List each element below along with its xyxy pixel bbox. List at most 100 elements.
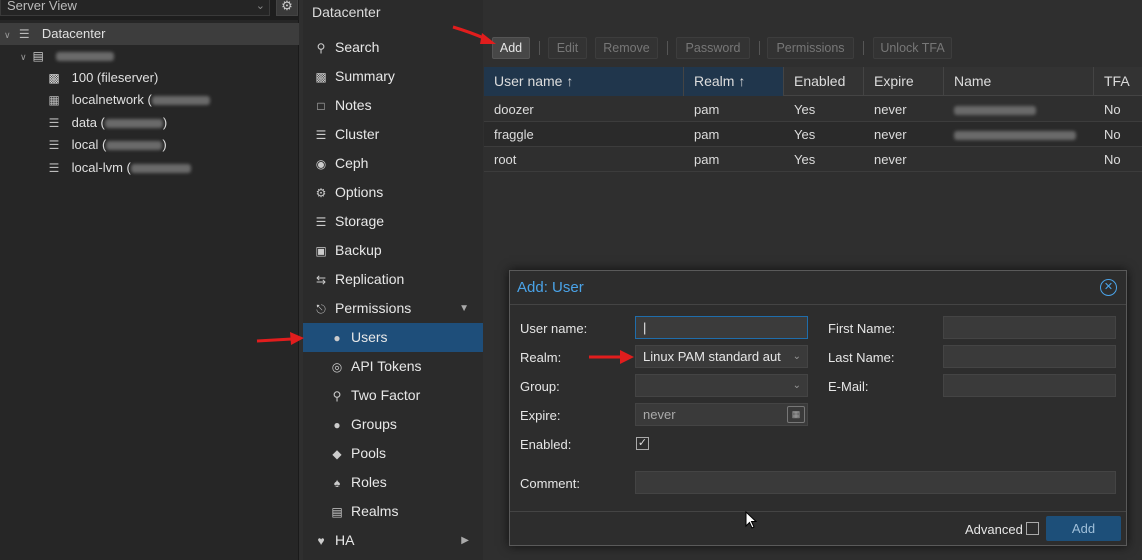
annotation-arrow-icon: [589, 350, 634, 364]
first-name-input[interactable]: [943, 316, 1116, 339]
tree-node-network[interactable]: ▦ localnetwork (: [0, 89, 299, 111]
comment-input[interactable]: [635, 471, 1116, 494]
tree-node-storage-lvm[interactable]: ☰ local-lvm (: [0, 157, 299, 179]
tree-node-label: local-lvm (: [71, 160, 131, 175]
collapse-icon: ∨: [4, 30, 11, 40]
column-header-username[interactable]: User name ↑: [484, 67, 684, 96]
toolbar-separator: [667, 41, 668, 55]
chevron-down-icon: ⌄: [792, 380, 801, 391]
calendar-icon[interactable]: ▦: [787, 406, 805, 423]
nav-item-ha[interactable]: ♥ HA ▶: [303, 526, 483, 555]
remove-button[interactable]: Remove: [595, 37, 658, 59]
redacted-name: [954, 131, 1076, 140]
cell-expire: never: [874, 102, 907, 117]
nav-item-replication[interactable]: ⇆ Replication: [303, 265, 483, 294]
expire-date-field[interactable]: never ▦: [635, 403, 808, 426]
database-icon: ☰: [48, 161, 60, 175]
dialog-divider: [510, 304, 1126, 305]
tree-node-vm[interactable]: ▩ 100 (fileserver): [0, 67, 299, 89]
gear-icon[interactable]: ⚙: [276, 0, 298, 16]
nav-item-pools[interactable]: ◆ Pools: [303, 439, 483, 468]
tree-node-label: local (: [71, 137, 107, 152]
nav-label: HA: [335, 532, 355, 548]
nav-item-ceph[interactable]: ◉ Ceph: [303, 149, 483, 178]
unlock-icon: ⎋: [316, 302, 326, 316]
password-button[interactable]: Password: [676, 37, 750, 59]
column-header-name[interactable]: Name: [944, 67, 1094, 96]
last-name-input[interactable]: [943, 345, 1116, 368]
tree-node-label: 100 (fileserver): [71, 70, 159, 85]
realm-value: Linux PAM standard aut: [643, 349, 781, 364]
redacted-hostname: [55, 52, 114, 62]
nav-item-roles[interactable]: ♠ Roles: [303, 468, 483, 497]
tree-node-storage-data[interactable]: ☰ data (): [0, 112, 299, 134]
add-user-dialog: [509, 270, 1127, 546]
ceph-icon: ◉: [315, 157, 327, 171]
gear-icon: ⚙: [315, 186, 327, 200]
nav-label: Search: [335, 39, 380, 55]
tree-node-datacenter[interactable]: ∨ ☰ Datacenter: [0, 23, 299, 45]
address-book-icon: ▤: [331, 505, 343, 519]
enabled-checkbox[interactable]: ✓: [636, 437, 649, 450]
server-rack-icon: ☰: [18, 27, 30, 41]
server-icon: ☰: [315, 128, 327, 142]
nav-item-storage[interactable]: ☰ Storage: [303, 207, 483, 236]
nav-item-realms[interactable]: ▤ Realms: [303, 497, 483, 526]
caret-right-icon: ▶: [461, 535, 469, 546]
database-icon: ☰: [48, 116, 60, 130]
column-header-tfa[interactable]: TFA: [1094, 67, 1142, 96]
nav-label: Replication: [335, 271, 405, 287]
grid-icon: ▦: [48, 93, 60, 107]
tree-node-storage-local[interactable]: ☰ local (): [0, 134, 299, 156]
close-icon[interactable]: ✕: [1100, 279, 1117, 296]
nav-label: API Tokens: [351, 358, 422, 374]
paren: ): [162, 115, 168, 130]
cell-tfa: No: [1104, 127, 1121, 142]
tree-node-host[interactable]: ∨ ▤: [0, 45, 299, 67]
advanced-checkbox[interactable]: [1026, 522, 1039, 535]
email-label: E-Mail:: [828, 379, 869, 394]
email-input[interactable]: [943, 374, 1116, 397]
toolbar-separator: [759, 41, 760, 55]
column-header-expire[interactable]: Expire: [864, 67, 944, 96]
nav-item-options[interactable]: ⚙ Options: [303, 178, 483, 207]
edit-button[interactable]: Edit: [548, 37, 587, 59]
toolbar-separator: [863, 41, 864, 55]
nav-item-permissions[interactable]: ⎋ Permissions ▼: [303, 294, 483, 323]
users-icon: ●: [333, 418, 341, 432]
expire-value: never: [643, 407, 676, 422]
cell-realm: pam: [694, 127, 720, 142]
username-input[interactable]: |: [635, 316, 808, 339]
group-select[interactable]: ⌄: [635, 374, 808, 397]
database-icon: ☰: [315, 215, 327, 229]
column-header-realm[interactable]: Realm ↑: [684, 67, 784, 96]
heartbeat-icon: ♥: [317, 534, 325, 548]
column-header-enabled[interactable]: Enabled: [784, 67, 864, 96]
nav-item-groups[interactable]: ● Groups: [303, 410, 483, 439]
nav-item-cluster[interactable]: ☰ Cluster: [303, 120, 483, 149]
nav-item-backup[interactable]: ▣ Backup: [303, 236, 483, 265]
male-icon: ♠: [333, 476, 341, 490]
retweet-icon: ⇆: [315, 273, 327, 287]
nav-item-summary[interactable]: ▩ Summary: [303, 62, 483, 91]
nav-item-users[interactable]: ● Users: [303, 323, 483, 352]
nav-label: Notes: [335, 97, 372, 113]
nav-item-api-tokens[interactable]: ◎ API Tokens: [303, 352, 483, 381]
nav-item-notes[interactable]: □ Notes: [303, 91, 483, 120]
nav-label: Realms: [351, 503, 399, 519]
nav-label: Backup: [335, 242, 382, 258]
lock-icon: ◎: [331, 360, 343, 374]
nav-item-two-factor[interactable]: ⚲ Two Factor: [303, 381, 483, 410]
user-icon: ●: [333, 331, 341, 345]
view-selector-label: Server View: [7, 0, 77, 13]
realm-select[interactable]: Linux PAM standard aut ⌄: [635, 345, 808, 368]
nav-label: Two Factor: [351, 387, 421, 403]
username-label: User name:: [520, 321, 588, 336]
add-submit-button[interactable]: Add: [1046, 516, 1121, 541]
unlock-tfa-button[interactable]: Unlock TFA: [873, 37, 952, 59]
permissions-button[interactable]: Permissions: [767, 37, 854, 59]
chevron-down-icon: ⌄: [255, 0, 265, 12]
redacted-name: [954, 106, 1036, 115]
advanced-label: Advanced: [965, 522, 1023, 537]
view-selector[interactable]: Server View ⌄: [0, 0, 270, 16]
